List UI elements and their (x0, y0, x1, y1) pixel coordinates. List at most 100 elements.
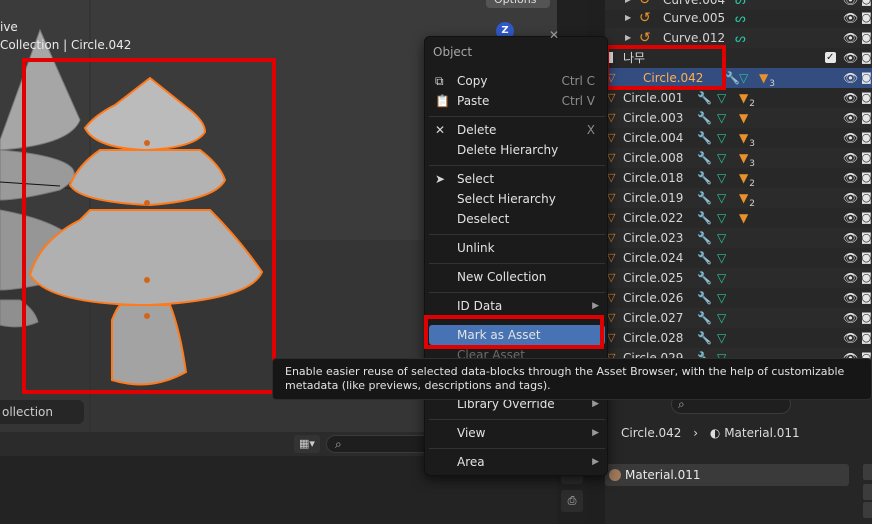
camera-icon[interactable]: ◙ (861, 8, 872, 28)
mesh-data-icon: ▽ (717, 131, 727, 145)
outliner-item-label: Circle.001 (623, 91, 684, 105)
outliner-row-object[interactable]: ▽ Circle.026 🔧 ▽ 👁 ◙ (605, 288, 872, 308)
wrench-icon[interactable]: 🔧 (697, 188, 712, 208)
remove-slot-button[interactable] (863, 484, 872, 500)
camera-icon[interactable]: ◙ (861, 308, 872, 328)
outliner-item-label: Circle.022 (623, 211, 684, 225)
menu-item-label: Copy (457, 74, 488, 88)
paste-icon: 📋 (435, 94, 450, 108)
camera-icon[interactable]: ◙ (861, 208, 872, 228)
outliner-row-object[interactable]: ▽ Circle.008 🔧 ▽ ▼3 👁 ◙ (605, 148, 872, 169)
wrench-icon[interactable]: 🔧 (697, 148, 712, 168)
camera-icon[interactable]: ◙ (861, 148, 872, 168)
menu-item-area[interactable]: Area ▶ (429, 452, 605, 472)
camera-icon[interactable]: ◙ (861, 288, 872, 308)
close-icon[interactable]: ✕ (549, 28, 559, 42)
mesh-data-icon: ▽ (717, 111, 727, 125)
eye-icon[interactable]: 👁 (843, 168, 858, 188)
eye-icon[interactable]: 👁 (843, 268, 858, 288)
outliner-row-object[interactable]: ▽ Circle.028 🔧 ▽ 👁 ◙ (605, 328, 872, 348)
menu-item-label: Paste (457, 94, 490, 108)
camera-icon[interactable]: ◙ (861, 68, 872, 88)
menu-separator (429, 234, 605, 235)
menu-item-label: Unlink (457, 241, 495, 255)
camera-icon[interactable]: ◙ (861, 228, 872, 248)
exclude-checkbox[interactable] (825, 48, 836, 68)
wrench-icon[interactable]: 🔧 (697, 248, 712, 268)
menu-item-new-collection[interactable]: New Collection (429, 267, 605, 287)
eye-icon[interactable]: 👁 (843, 248, 858, 268)
menu-item-view[interactable]: View ▶ (429, 423, 605, 443)
camera-icon[interactable]: ◙ (861, 88, 872, 108)
menu-item-select-hierarchy[interactable]: Select Hierarchy (429, 189, 605, 209)
eye-icon[interactable]: 👁 (843, 288, 858, 308)
eye-icon[interactable]: 👁 (843, 108, 858, 128)
menu-item-deselect[interactable]: Deselect (429, 209, 605, 229)
outliner-row-object[interactable]: ▽ Circle.001 🔧 ▽ ▼2 👁 ◙ (605, 88, 872, 109)
menu-item-id-data[interactable]: ID Data ▶ (429, 296, 605, 316)
camera-icon[interactable]: ◙ (861, 188, 872, 208)
eye-icon[interactable]: 👁 (843, 48, 858, 68)
outliner-row-curve[interactable]: ▶ ↺ Curve.005 ᔕ 👁 ◙ (605, 8, 872, 28)
menu-item-unlink[interactable]: Unlink (429, 238, 605, 258)
eye-icon[interactable]: 👁 (843, 148, 858, 168)
outliner-row-object[interactable]: ▽ Circle.022 🔧 ▽ ▼ 👁 ◙ (605, 208, 872, 228)
eye-icon[interactable]: 👁 (843, 188, 858, 208)
wrench-icon[interactable]: 🔧 (697, 168, 712, 188)
eye-icon[interactable]: 👁 (843, 128, 858, 148)
eye-icon[interactable]: 👁 (843, 8, 858, 28)
wrench-icon[interactable]: 🔧 (697, 128, 712, 148)
eye-icon[interactable]: 👁 (843, 88, 858, 108)
menu-separator (429, 419, 605, 420)
wrench-icon[interactable]: 🔧 (725, 68, 740, 88)
camera-icon[interactable]: ◙ (861, 128, 872, 148)
eye-icon[interactable]: 👁 (843, 328, 858, 348)
camera-icon[interactable]: ◙ (861, 28, 872, 48)
camera-icon[interactable]: ◙ (861, 328, 872, 348)
camera-icon[interactable]: ◙ (861, 108, 872, 128)
expand-arrow-icon[interactable]: ▶ (625, 8, 631, 28)
wrench-icon[interactable]: 🔧 (697, 268, 712, 288)
menu-separator (429, 165, 605, 166)
wrench-icon[interactable]: 🔧 (697, 308, 712, 328)
outliner-row-object[interactable]: ▽ Circle.027 🔧 ▽ 👁 ◙ (605, 308, 872, 328)
add-slot-button[interactable] (863, 464, 872, 480)
outliner-row-object[interactable]: ▽ Circle.003 🔧 ▽ ▼ 👁 ◙ (605, 108, 872, 128)
wrench-icon[interactable]: 🔧 (697, 88, 712, 108)
camera-icon[interactable]: ◙ (861, 48, 872, 68)
menu-item-delete-hierarchy[interactable]: Delete Hierarchy (429, 140, 605, 160)
outliner-row-object[interactable]: ▽ Circle.004 🔧 ▽ ▼3 👁 ◙ (605, 128, 872, 149)
eye-icon[interactable]: 👁 (843, 68, 858, 88)
camera-icon[interactable]: ◙ (861, 168, 872, 188)
menu-item-select[interactable]: ➤ Select (429, 169, 605, 189)
collection-chip[interactable]: ollection (0, 400, 84, 424)
camera-icon[interactable]: ◙ (861, 268, 872, 288)
object-icon: ▽ (607, 231, 616, 244)
outliner-row-object[interactable]: ▽ Circle.018 🔧 ▽ ▼2 👁 ◙ (605, 168, 872, 189)
camera-icon[interactable]: ◙ (861, 248, 872, 268)
wrench-icon[interactable]: 🔧 (697, 328, 712, 348)
menu-item-label: Delete (457, 123, 497, 137)
menu-item-delete[interactable]: ✕ Delete X (429, 120, 605, 140)
outliner-row-object[interactable]: ▽ Circle.019 🔧 ▽ ▼2 👁 ◙ (605, 188, 872, 209)
eye-icon[interactable]: 👁 (843, 308, 858, 328)
menu-item-paste[interactable]: 📋 Paste Ctrl V (429, 91, 605, 111)
outliner-row-object[interactable]: ▽ Circle.024 🔧 ▽ 👁 ◙ (605, 248, 872, 268)
eye-icon[interactable]: 👁 (843, 228, 858, 248)
wrench-icon[interactable]: 🔧 (697, 208, 712, 228)
submenu-arrow-icon: ▶ (592, 457, 599, 467)
object-icon: ▽ (607, 151, 616, 164)
slot-menu-button[interactable] (863, 502, 872, 518)
wrench-icon[interactable]: 🔧 (697, 108, 712, 128)
grid-view-icon[interactable]: ▦▾ (294, 435, 320, 453)
outliner-row-object[interactable]: ▽ Circle.025 🔧 ▽ 👁 ◙ (605, 268, 872, 288)
output-tab-icon[interactable]: ⎙ (561, 490, 583, 512)
menu-item-copy[interactable]: ⧉ Copy Ctrl C (429, 71, 605, 91)
eye-icon[interactable]: 👁 (843, 208, 858, 228)
eye-icon[interactable]: 👁 (843, 28, 858, 48)
options-button[interactable]: Options (486, 0, 550, 8)
material-slot[interactable]: Material.011 (605, 464, 849, 486)
wrench-icon[interactable]: 🔧 (697, 228, 712, 248)
wrench-icon[interactable]: 🔧 (697, 288, 712, 308)
outliner-row-object[interactable]: ▽ Circle.023 🔧 ▽ 👁 ◙ (605, 228, 872, 248)
